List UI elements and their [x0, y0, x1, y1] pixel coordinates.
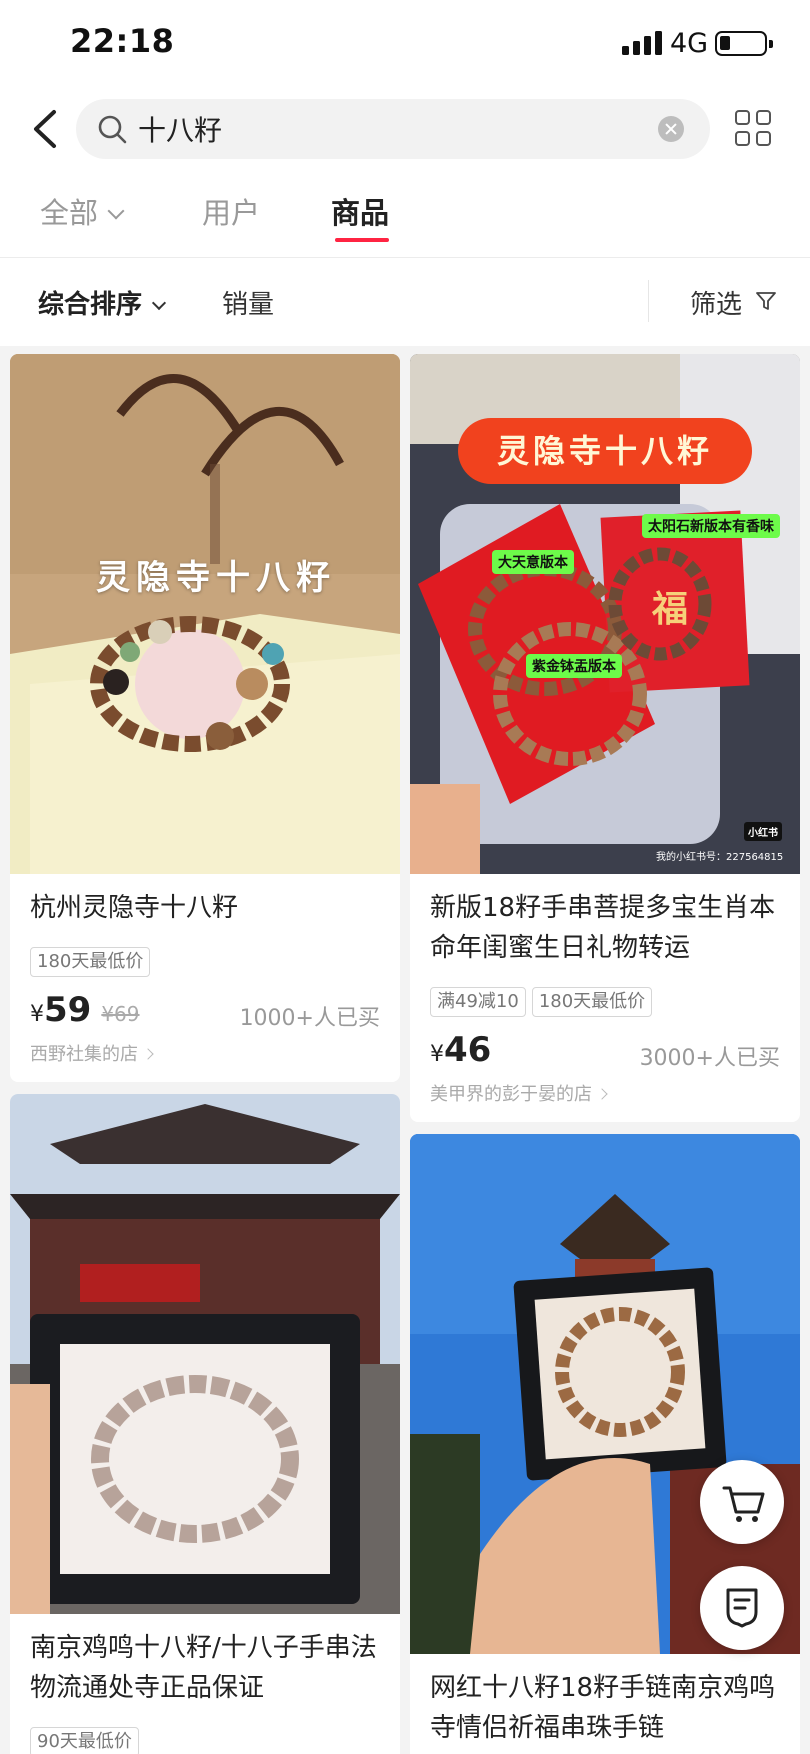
- tag-row: 90天最低价: [30, 1727, 145, 1754]
- tag-badge: 180天最低价: [531, 987, 653, 1017]
- image-label: 大天意版本: [492, 550, 574, 574]
- battery-icon: [715, 31, 773, 56]
- price-value: 46: [444, 1030, 492, 1070]
- network-type: 4G: [670, 28, 709, 59]
- shop-name: 西野社集的店: [30, 1044, 138, 1065]
- sort-dropdown[interactable]: 综合排序: [38, 284, 167, 321]
- product-title: 新版18籽手串菩提多宝生肖本命年闺蜜生日礼物转运: [430, 893, 776, 963]
- product-image: 灵隐寺十八籽: [10, 354, 400, 874]
- image-label: 我的小红书号：227564815: [656, 852, 784, 863]
- chevron-right-icon: [142, 1048, 154, 1060]
- cart-icon: [722, 1486, 765, 1522]
- bought-count: 1000+人已买: [239, 1006, 380, 1031]
- divider: [648, 280, 649, 322]
- product-card[interactable]: 网红十八籽18籽手链南京鸡鸣寺情侣祈福串珠手链: [410, 1134, 800, 1754]
- funnel-icon[interactable]: [755, 290, 777, 312]
- product-card[interactable]: 南京鸡鸣十八籽/十八子手串法物流通处寺正品保证 90天最低价: [10, 1094, 400, 1754]
- image-overlay-text: 灵隐寺十八籽: [458, 418, 752, 484]
- chevron-right-icon: [596, 1088, 608, 1100]
- tag-badge: 180天最低价: [30, 947, 151, 977]
- product-image: 灵隐寺十八籽 太阳石新版本有香味 大天意版本 紫金钵盂版本 福 小红书 我的小红…: [410, 354, 800, 874]
- product-title: 南京鸡鸣十八籽/十八子手串法物流通处寺正品保证: [30, 1633, 377, 1703]
- clear-icon[interactable]: [658, 116, 684, 142]
- price-value: 59: [44, 990, 92, 1030]
- shop-name: 美甲界的彭于晏的店: [430, 1084, 592, 1105]
- product-image: [10, 1094, 400, 1614]
- tag-badge: 90天最低价: [30, 1727, 139, 1754]
- product-photo: [10, 354, 400, 874]
- tag-row: 满49减10 180天最低价: [430, 987, 658, 1017]
- tag-badge: 满49减10: [430, 987, 526, 1017]
- cart-button[interactable]: [700, 1460, 784, 1544]
- image-overlay-text: 灵隐寺十八籽: [96, 558, 336, 598]
- tab-all[interactable]: 全部: [40, 190, 125, 232]
- active-tab-indicator: [335, 238, 389, 242]
- original-price: ¥69: [101, 1002, 140, 1026]
- chevron-down-icon: [151, 295, 167, 311]
- price: ¥46: [430, 1030, 491, 1070]
- shop-link[interactable]: 西野社集的店: [30, 1040, 154, 1066]
- status-time: 22:18: [70, 22, 175, 60]
- document-icon: [726, 1588, 758, 1628]
- currency-symbol: ¥: [430, 1042, 444, 1067]
- product-title: 杭州灵隐寺十八籽: [30, 893, 239, 923]
- shop-link[interactable]: 美甲界的彭于晏的店: [430, 1080, 608, 1106]
- filter-button[interactable]: 筛选: [690, 284, 742, 321]
- search-input[interactable]: [138, 107, 638, 151]
- grid-view-icon[interactable]: [735, 110, 773, 148]
- status-bar: 22:18 4G: [0, 0, 810, 90]
- image-label: 紫金钵盂版本: [526, 654, 622, 678]
- image-label: 太阳石新版本有香味: [642, 514, 780, 538]
- order-list-button[interactable]: [700, 1566, 784, 1650]
- price: ¥59 ¥69: [30, 990, 140, 1030]
- chevron-down-icon: [107, 202, 125, 220]
- image-label: 小红书: [744, 822, 782, 841]
- search-icon: [98, 115, 127, 144]
- tag-row: 180天最低价: [30, 947, 156, 977]
- product-card[interactable]: 灵隐寺十八籽 杭州灵隐寺十八籽 180天最低价 ¥59 ¥69 1000+人已买 …: [10, 354, 400, 1082]
- image-label: 福: [652, 589, 689, 630]
- filter-bar: 综合排序 销量 筛选: [0, 258, 810, 346]
- top-header: 22:18 4G 全部 用户 商品: [0, 0, 810, 258]
- tab-products[interactable]: 商品: [331, 190, 389, 232]
- sales-sort-button[interactable]: 销量: [222, 284, 274, 321]
- product-card[interactable]: 灵隐寺十八籽 太阳石新版本有香味 大天意版本 紫金钵盂版本 福 小红书 我的小红…: [410, 354, 800, 1122]
- signal-icon: [622, 31, 664, 55]
- search-row: [0, 96, 810, 162]
- tab-bar: 全部 用户 商品: [0, 190, 810, 250]
- currency-symbol: ¥: [30, 1002, 44, 1027]
- search-box[interactable]: [76, 99, 710, 159]
- tab-users[interactable]: 用户: [202, 190, 260, 232]
- product-title: 网红十八籽18籽手链南京鸡鸣寺情侣祈福串珠手链: [430, 1673, 776, 1743]
- product-photo: [10, 1094, 400, 1614]
- back-icon[interactable]: [26, 106, 66, 152]
- bought-count: 3000+人已买: [639, 1046, 780, 1071]
